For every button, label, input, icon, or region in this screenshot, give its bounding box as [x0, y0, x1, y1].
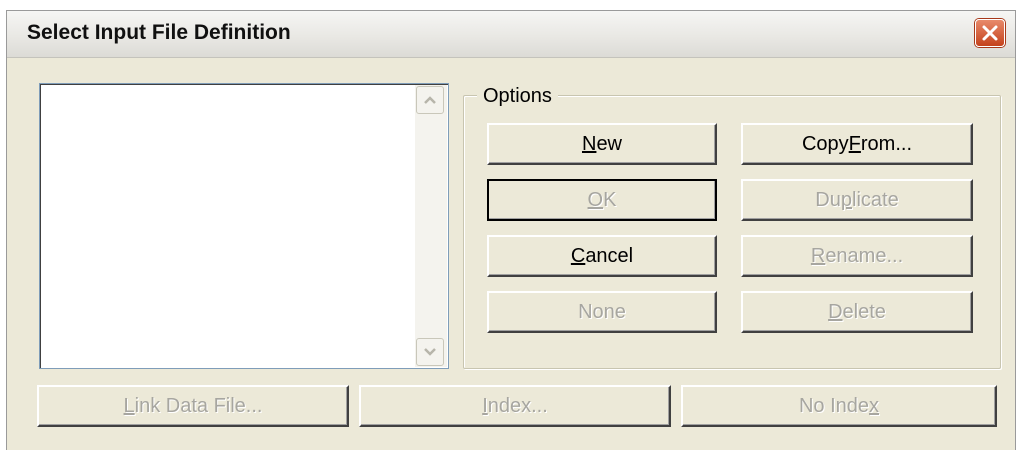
close-icon — [982, 25, 998, 41]
chevron-down-icon — [424, 348, 436, 356]
close-button[interactable] — [975, 19, 1005, 47]
duplicate-button[interactable]: Du p licate — [741, 179, 973, 221]
select-input-file-definition-dialog: Select Input File Definition Options New — [6, 10, 1016, 450]
scroll-down-button[interactable] — [416, 338, 444, 366]
chevron-up-icon — [424, 96, 436, 104]
definition-listbox[interactable] — [39, 83, 449, 369]
no-index-button[interactable]: No Inde x — [681, 385, 997, 427]
dialog-title: Select Input File Definition — [27, 21, 291, 44]
ok-button[interactable]: OK — [487, 179, 717, 221]
index-button[interactable]: Index... — [359, 385, 671, 427]
options-group-label: Options — [477, 85, 558, 108]
delete-button[interactable]: Delete — [741, 291, 973, 333]
cancel-button[interactable]: Cancel — [487, 235, 717, 277]
title-bar: Select Input File Definition — [7, 11, 1015, 58]
new-button[interactable]: New — [487, 123, 717, 165]
copy-from-button[interactable]: Copy From... — [741, 123, 973, 165]
none-button[interactable]: None — [487, 291, 717, 333]
listbox-scrollbar[interactable] — [415, 85, 447, 367]
link-data-file-button[interactable]: Link Data File... — [37, 385, 349, 427]
scroll-up-button[interactable] — [416, 86, 444, 114]
rename-button[interactable]: Rename... — [741, 235, 973, 277]
